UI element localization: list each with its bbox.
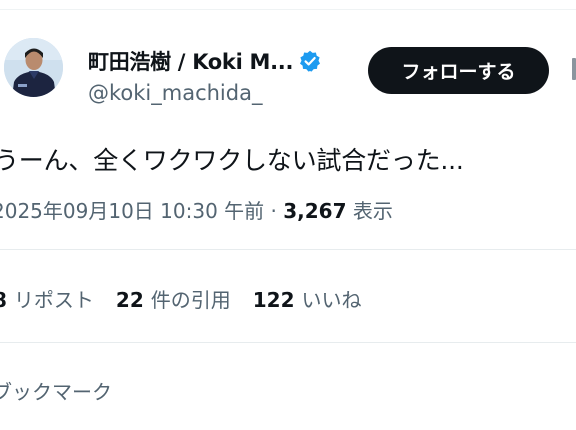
follow-button[interactable]: フォローする — [368, 47, 549, 94]
bookmarks-stat[interactable]: ブックマーク — [0, 376, 112, 405]
likes-stat[interactable]: 122 いいね — [253, 284, 362, 313]
quotes-count: 22 — [115, 288, 144, 312]
verified-badge-icon — [299, 50, 321, 72]
views-label: 表示 — [352, 199, 393, 223]
tweet-text: うーん、全くワクワクしない試合だった... — [0, 146, 464, 175]
meta-separator: · — [270, 199, 277, 223]
author-display-name[interactable]: 町田浩樹 / Koki M... — [88, 46, 293, 76]
likes-count: 122 — [252, 288, 295, 312]
quotes-label: 件の引用 — [150, 288, 231, 312]
quotes-stat[interactable]: 22 件の引用 — [116, 284, 231, 313]
engagement-stats: 8 リポスト 22 件の引用 122 いいね — [0, 284, 362, 313]
avatar-image — [4, 38, 63, 97]
more-options-icon[interactable] — [572, 58, 576, 80]
likes-label: いいね — [301, 288, 362, 312]
reposts-count: 8 — [0, 288, 7, 312]
avatar[interactable] — [4, 38, 63, 97]
tweet-timestamp[interactable]: 2025年09月10日 10:30 午前 — [0, 199, 264, 223]
divider-stats-top — [0, 249, 576, 250]
reposts-label: リポスト — [13, 288, 94, 312]
views-count: 3,267 — [283, 199, 347, 223]
reposts-stat[interactable]: 8 リポスト — [0, 284, 94, 313]
author-name-row[interactable]: 町田浩樹 / Koki M... — [88, 46, 321, 76]
divider-stats-bottom — [0, 342, 576, 343]
top-divider — [0, 9, 576, 10]
author-handle[interactable]: @koki_machida_ — [88, 81, 262, 105]
tweet-meta: 2025年09月10日 10:30 午前 · 3,267 表示 — [0, 195, 393, 224]
